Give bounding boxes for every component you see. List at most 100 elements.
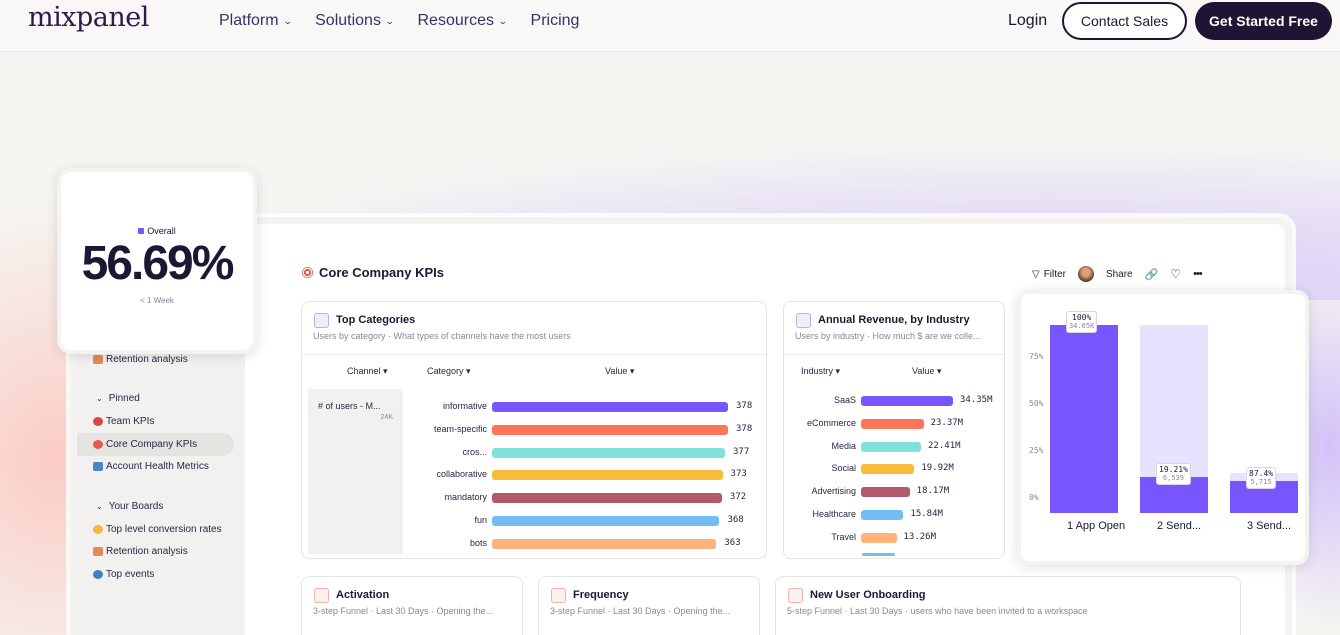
bar-value: 19.92M <box>921 463 954 474</box>
bar-label: fun <box>474 515 487 525</box>
sidebar-item-retention[interactable]: Retention analysis <box>93 546 188 557</box>
bar-value: 18.17M <box>916 486 950 497</box>
funnel-step-label: 1 App Open <box>1067 520 1126 532</box>
activation-card[interactable]: Activation 3-step Funnel · Last 30 Days … <box>301 576 523 635</box>
metric-total: 24K <box>380 414 393 421</box>
top-categories-card[interactable]: Top Categories Users by category · What … <box>301 301 767 559</box>
annual-revenue-card[interactable]: Annual Revenue, by Industry Users by ind… <box>783 301 1005 559</box>
link-icon[interactable]: 🔗 <box>1145 268 1159 281</box>
sidebar-item-account-health[interactable]: Account Health Metrics <box>93 461 209 472</box>
sidebar-item-core-company-kpis[interactable]: Core Company KPIs <box>93 439 197 450</box>
bar-0[interactable] <box>861 396 953 406</box>
bar-label: mandatory <box>444 492 487 503</box>
funnel-step-tooltip: 19.21% 6,539 <box>1156 462 1191 485</box>
funnel-chart-card[interactable]: 75% 50% 25% 0% 100% 34.05K 1 App Open 19.21% 6,5… <box>1017 290 1309 565</box>
overall-value: 56.69% <box>81 237 235 290</box>
filter-label: Filter <box>1043 268 1066 280</box>
top-nav: mixpanel Platform ⌄ Solutions ⌄ Resources ⌄… <box>0 0 1340 52</box>
bar-value: 378 <box>736 401 753 411</box>
bar-5[interactable] <box>861 510 904 520</box>
card-title: Activation <box>336 589 390 601</box>
bar-value: 15.84M <box>910 509 943 519</box>
bar-label: Social <box>831 463 856 474</box>
nav-solutions[interactable]: Solutions ⌄ <box>315 12 395 30</box>
new-user-onboarding-card[interactable]: New User Onboarding 5-step Funnel · Last… <box>775 576 1241 635</box>
share-button[interactable]: Share <box>1106 269 1133 280</box>
divider <box>302 354 766 355</box>
bar-label: bots <box>469 537 487 548</box>
login-link[interactable]: Login <box>1008 12 1047 30</box>
get-started-button[interactable]: Get Started Free <box>1195 2 1332 40</box>
sidebar-item-team-kpis[interactable]: Team KPIs <box>93 416 154 427</box>
funnel-icon <box>788 588 803 603</box>
bar-label: informative <box>442 401 487 411</box>
bar-0[interactable] <box>492 402 728 412</box>
bar-label: Healthcare <box>812 509 856 519</box>
funnel-icon <box>314 588 329 603</box>
mixpanel-logo[interactable]: mixpanel <box>28 2 149 33</box>
nav-pricing[interactable]: Pricing <box>531 12 580 30</box>
card-title: Top Categories <box>336 314 416 326</box>
bar-3[interactable] <box>861 464 915 475</box>
more-icon[interactable]: ••• <box>1193 268 1203 280</box>
contact-sales-button[interactable]: Contact Sales <box>1062 2 1187 40</box>
card-subtitle: Users by category · What types of channe… <box>313 331 571 341</box>
bar-3[interactable] <box>492 470 723 481</box>
step-percent: 87.4% <box>1249 469 1274 479</box>
bar-4[interactable] <box>492 493 722 504</box>
funnel-bar-1[interactable] <box>1050 325 1118 513</box>
sidebar-item-top-events[interactable]: Top events <box>93 569 154 580</box>
bar-6[interactable] <box>861 532 897 543</box>
funnel-step-tooltip: 100% 34.05K <box>1066 311 1098 333</box>
avatar[interactable] <box>1077 266 1094 282</box>
sidebar-item-retention-partial[interactable]: Retention analysis <box>93 354 188 365</box>
bar-5[interactable] <box>492 516 720 526</box>
step-percent: 19.21% <box>1159 464 1188 474</box>
filter-icon: ▽ <box>1032 268 1040 280</box>
sidebar-item-label: Account Health Metrics <box>106 461 209 472</box>
value-column-header[interactable]: Value ▾ <box>605 366 634 377</box>
bar-label: cros... <box>462 446 487 457</box>
bar-2[interactable] <box>492 447 726 458</box>
filter-button[interactable]: ▽ Filter <box>1032 269 1066 280</box>
value-column-header[interactable]: Value ▾ <box>912 366 941 377</box>
sidebar-item-label: Top level conversion rates <box>106 524 222 535</box>
target-icon <box>93 440 103 449</box>
column-label: Value <box>912 366 935 376</box>
nav-resources[interactable]: Resources ⌄ <box>418 12 508 30</box>
frequency-card[interactable]: Frequency 3-step Funnel · Last 30 Days ·… <box>538 576 760 635</box>
bar-4[interactable] <box>861 487 910 498</box>
bar-1[interactable] <box>861 418 924 429</box>
boards-section-toggle[interactable]: ⌄ Your Boards <box>96 501 163 512</box>
category-column-header[interactable]: Category ▾ <box>427 366 471 377</box>
column-label: Value <box>605 366 628 376</box>
y-tick-label: 25% <box>1029 446 1044 455</box>
sidebar-item-label: Team KPIs <box>106 416 155 427</box>
overall-period: < 1 Week <box>140 296 174 305</box>
sidebar-item-conversion[interactable]: Top level conversion rates <box>93 524 222 535</box>
sidebar-item-label: Top events <box>106 569 155 580</box>
card-subtitle: 3-step Funnel · Last 30 Days · Opening t… <box>313 606 494 616</box>
legend-swatch <box>138 228 145 234</box>
chevron-down-icon: ⌄ <box>282 15 293 26</box>
y-tick-label: 75% <box>1029 352 1044 361</box>
nav-platform[interactable]: Platform ⌄ <box>219 12 293 30</box>
industry-column-header[interactable]: Industry ▾ <box>801 366 840 377</box>
page-title-text: Core Company KPIs <box>319 265 444 280</box>
globe-icon <box>93 570 103 579</box>
pinned-section-toggle[interactable]: ⌄ Pinned <box>96 393 140 404</box>
bar-2[interactable] <box>861 441 922 452</box>
bar-label: SaaS <box>833 395 856 405</box>
bar-value: 377 <box>733 446 750 457</box>
heart-icon[interactable]: ♡ <box>1170 267 1181 281</box>
bar-label: Media <box>831 440 856 451</box>
target-icon <box>302 267 313 278</box>
funnel-step-tooltip: 87.4% 5,715 <box>1246 467 1277 490</box>
bar-label: Advertising <box>811 486 856 497</box>
bar-value: 372 <box>729 492 747 503</box>
bar-1[interactable] <box>492 424 728 435</box>
overall-kpi-card[interactable]: Overall 56.69% < 1 Week <box>57 168 257 354</box>
bar-6[interactable] <box>492 538 717 549</box>
channel-column-header[interactable]: Channel ▾ <box>347 366 388 377</box>
bar-value: 34.35M <box>960 395 993 405</box>
